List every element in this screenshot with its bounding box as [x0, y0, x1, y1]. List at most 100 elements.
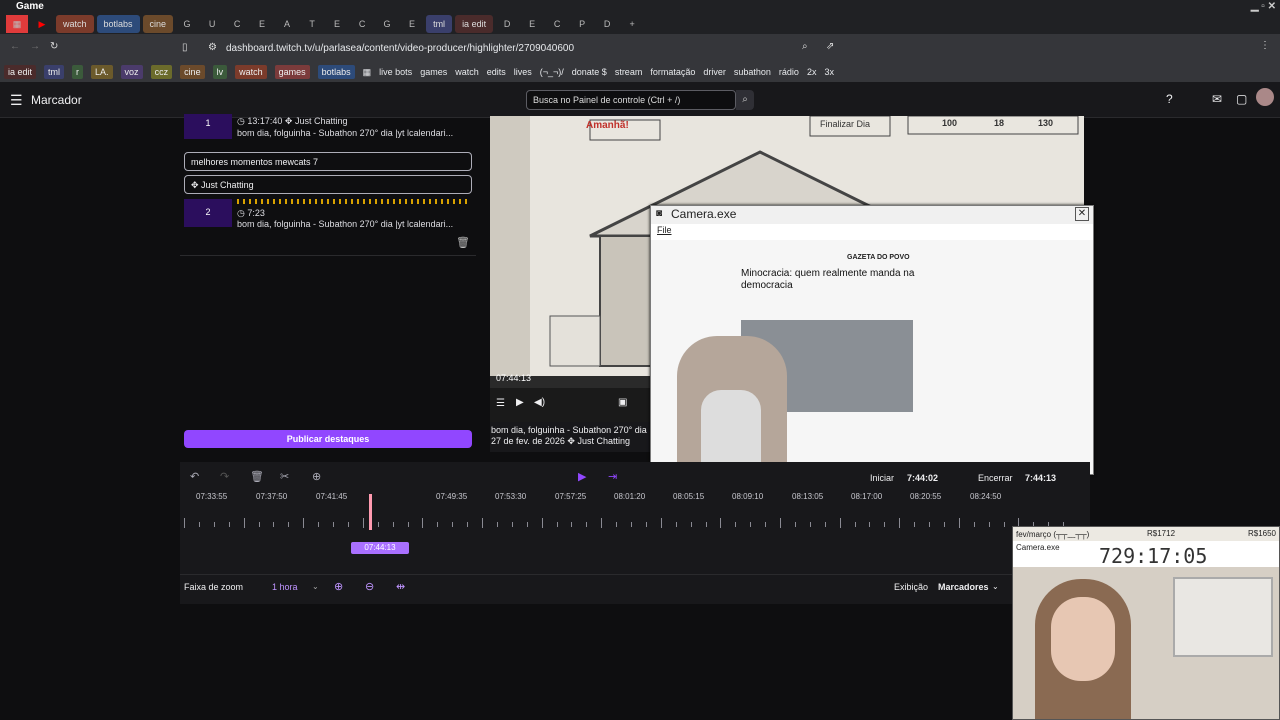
- apps-grid-icon[interactable]: ▦: [363, 67, 372, 78]
- site-info-icon[interactable]: ⚙: [208, 42, 217, 53]
- tab-icon[interactable]: D: [596, 15, 618, 33]
- list-icon[interactable]: ☰: [496, 398, 505, 409]
- end-value[interactable]: 7:44:13: [1025, 473, 1056, 483]
- bookmark-folder[interactable]: games: [420, 67, 447, 77]
- play-icon[interactable]: ▶: [578, 470, 586, 483]
- tab-icon[interactable]: A: [276, 15, 298, 33]
- zoom-in-icon[interactable]: ⊕: [334, 580, 343, 593]
- bookmark-folder[interactable]: formatação: [650, 67, 695, 77]
- tab-watch[interactable]: watch: [56, 15, 94, 33]
- undo-icon[interactable]: ↶: [190, 470, 199, 483]
- tab-icon[interactable]: C: [226, 15, 248, 33]
- search-input[interactable]: Busca no Painel de controle (Ctrl + /): [526, 90, 736, 110]
- delete-icon[interactable]: 🗑: [250, 470, 264, 483]
- category-field[interactable]: ✥ Just Chatting: [184, 175, 472, 194]
- bookmark-chip[interactable]: voz: [120, 65, 143, 79]
- timeline-ruler[interactable]: [180, 518, 1090, 534]
- zoom-select[interactable]: 1 hora: [272, 582, 298, 592]
- tab-icon[interactable]: U: [201, 15, 223, 33]
- bookmark-folder[interactable]: live bots: [379, 67, 412, 77]
- redo-icon[interactable]: ↷: [220, 470, 229, 483]
- counter: 729:17:05: [1099, 544, 1208, 568]
- fit-icon[interactable]: ⇹: [396, 580, 405, 593]
- tab-icon[interactable]: G: [376, 15, 398, 33]
- bookmark-folder[interactable]: subathon: [734, 67, 771, 77]
- search-icon[interactable]: ⌕: [736, 90, 754, 110]
- view-select[interactable]: Marcadores: [938, 582, 989, 592]
- tab-icon[interactable]: C: [351, 15, 373, 33]
- forward-icon[interactable]: →: [30, 41, 40, 52]
- playhead[interactable]: [369, 494, 372, 530]
- file-menu[interactable]: File: [657, 225, 672, 235]
- delete-icon[interactable]: 🗑: [456, 236, 470, 249]
- tab-icon[interactable]: C: [546, 15, 568, 33]
- bookmark-chip[interactable]: tml: [44, 65, 65, 79]
- ruler-tick: [213, 522, 215, 527]
- bookmark-folder[interactable]: lives: [514, 67, 532, 77]
- fullscreen-icon[interactable]: ▣: [618, 397, 627, 408]
- chevron-down-icon[interactable]: ⌄: [312, 582, 319, 591]
- title-field[interactable]: melhores momentos mewcats 7: [184, 152, 472, 171]
- chat-icon[interactable]: ▢: [1236, 92, 1247, 106]
- add-icon[interactable]: ⊕: [312, 470, 321, 483]
- ruler-label: 08:13:05: [792, 492, 824, 501]
- bookmark-chip[interactable]: LA.: [91, 65, 113, 79]
- tab-icon[interactable]: E: [401, 15, 423, 33]
- inbox-icon[interactable]: ✉: [1212, 92, 1222, 106]
- zoom-icon[interactable]: ⌕: [802, 41, 808, 52]
- menu-icon[interactable]: ⋮: [1260, 40, 1270, 51]
- tab-icon[interactable]: G: [176, 15, 198, 33]
- window-controls[interactable]: ▁ ▫ ✕: [1251, 1, 1276, 12]
- tab-icon[interactable]: T: [301, 15, 323, 33]
- tab-icon[interactable]: E: [251, 15, 273, 33]
- play-icon[interactable]: ▶: [516, 397, 524, 408]
- avatar[interactable]: [1256, 88, 1274, 106]
- close-icon[interactable]: ✕: [1075, 207, 1089, 221]
- start-value[interactable]: 7:44:02: [907, 473, 938, 483]
- tab-tml[interactable]: tml: [426, 15, 453, 33]
- bookmark-folder[interactable]: driver: [703, 67, 726, 77]
- tab-youtube-icon[interactable]: ▶: [31, 15, 53, 33]
- bookmark-folder[interactable]: 3x: [824, 67, 834, 77]
- tab-icon[interactable]: E: [521, 15, 543, 33]
- tab-icon[interactable]: D: [496, 15, 518, 33]
- bookmark-chip[interactable]: ccz: [150, 65, 173, 79]
- new-tab-icon[interactable]: +: [621, 15, 643, 33]
- url-field[interactable]: dashboard.twitch.tv/u/parlasea/content/v…: [226, 43, 574, 54]
- bookmark-icon[interactable]: ▯: [182, 42, 188, 53]
- volume-icon[interactable]: ◀): [534, 397, 545, 408]
- tab-icon[interactable]: E: [326, 15, 348, 33]
- ruler-tick: [988, 522, 990, 527]
- scissors-icon[interactable]: ✂: [280, 470, 289, 483]
- bookmark-chip[interactable]: ia edit: [4, 65, 37, 79]
- share-icon[interactable]: ⇗: [826, 41, 834, 52]
- reload-icon[interactable]: ↻: [50, 41, 58, 52]
- bookmark-chip[interactable]: lv: [212, 65, 228, 79]
- chevron-down-icon[interactable]: ⌄: [992, 582, 999, 591]
- bookmark-folder[interactable]: edits: [487, 67, 506, 77]
- bookmark-folder[interactable]: 2x: [807, 67, 817, 77]
- hamburger-icon[interactable]: ☰: [10, 92, 23, 109]
- bookmark-chip[interactable]: watch: [235, 65, 267, 79]
- bookmark-folder[interactable]: rádio: [779, 67, 799, 77]
- skip-end-icon[interactable]: ⇥: [608, 470, 617, 483]
- zoom-out-icon[interactable]: ⊖: [365, 580, 374, 593]
- ruler-tick: [765, 522, 767, 527]
- tab-icon[interactable]: P: [571, 15, 593, 33]
- tab-cine[interactable]: cine: [142, 15, 174, 33]
- bookmark-chip[interactable]: r: [72, 65, 84, 79]
- back-icon[interactable]: ←: [10, 41, 20, 52]
- bookmark-folder[interactable]: (¬_¬)/: [540, 67, 564, 77]
- tab-grid-icon[interactable]: ▦: [6, 15, 28, 33]
- bookmark-folder[interactable]: donate $: [572, 67, 607, 77]
- help-icon[interactable]: ?: [1166, 92, 1173, 106]
- bookmark-chip[interactable]: cine: [180, 65, 205, 79]
- bookmark-chip[interactable]: botlabs: [317, 65, 355, 79]
- publish-button[interactable]: Publicar destaques: [184, 430, 472, 448]
- bookmark-chip[interactable]: games: [274, 65, 310, 79]
- camera-window[interactable]: ◙ Camera.exe ✕ File GAZETA DO POVO Minoc…: [650, 205, 1094, 475]
- bookmark-folder[interactable]: stream: [615, 67, 643, 77]
- bookmark-folder[interactable]: watch: [455, 67, 479, 77]
- tab-botlabs[interactable]: botlabs: [96, 15, 140, 33]
- tab-ia-edit[interactable]: ia edit: [455, 15, 494, 33]
